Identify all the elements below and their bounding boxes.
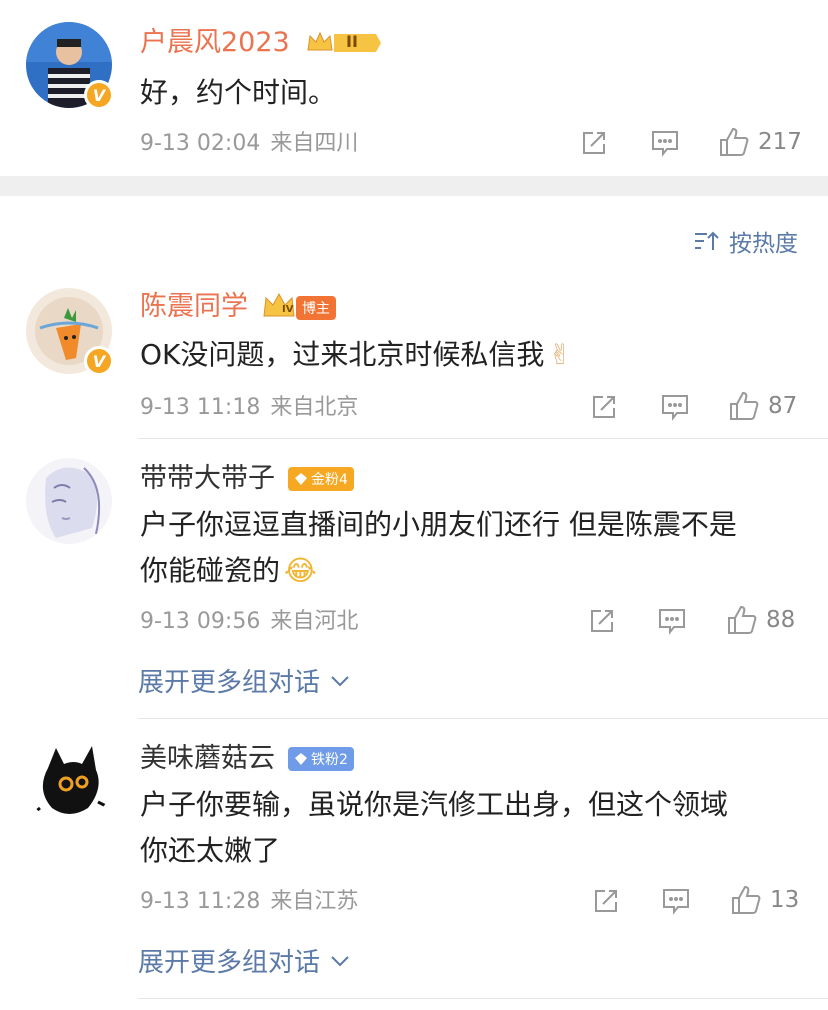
victory-hand-emoji-icon: ✌ — [548, 338, 572, 371]
avatar[interactable] — [26, 738, 112, 824]
comment-meta: 9-13 11:28 来自江苏 — [140, 888, 358, 916]
expand-conversation-link[interactable]: 展开更多组对话 — [138, 942, 350, 979]
commenter-name[interactable]: 带带大带子 — [140, 462, 275, 496]
comment-icon — [659, 609, 685, 635]
level-badge-text: II — [346, 32, 358, 51]
thumbs-up-icon — [732, 885, 761, 914]
comment-text: 好，约个时间。 — [140, 76, 337, 109]
chevron-down-icon — [331, 675, 349, 686]
like-count: 87 — [768, 393, 798, 419]
comment-text-body: OK没问题，过来北京时候私信我 — [140, 338, 545, 371]
avatar-image — [26, 738, 112, 824]
diamond-icon — [295, 473, 307, 485]
expand-label: 展开更多组对话 — [138, 668, 321, 698]
comment-divider — [138, 438, 828, 439]
badge-text: 铁粉2 — [311, 752, 348, 768]
avatar[interactable] — [26, 458, 112, 544]
expand-label: 展开更多组对话 — [138, 948, 321, 978]
verified-badge-icon: V — [84, 80, 114, 110]
comment-divider — [138, 718, 828, 719]
comment-text-line: 你能碰瓷的 😂 — [140, 548, 810, 594]
thumbs-up-icon — [720, 127, 749, 156]
like-count: 13 — [770, 887, 800, 913]
share-icon — [591, 610, 613, 632]
like-button[interactable]: 217 — [718, 126, 802, 158]
like-button[interactable]: 87 — [728, 390, 797, 422]
thumbs-up-icon — [730, 391, 759, 420]
share-button[interactable] — [590, 393, 618, 421]
comment-text-line: 户子你要输，虽说你是汽修工出身，但这个领域 — [140, 788, 729, 821]
comment-meta: 9-13 09:56 来自河北 — [140, 608, 358, 636]
comment-text: 户子你逗逗直播间的小朋友们还行 但是陈震不是 你能碰瓷的 😂 — [140, 502, 810, 594]
sort-by-hot-button[interactable]: 按热度 — [693, 224, 798, 258]
comment-button[interactable] — [660, 393, 690, 421]
share-button[interactable] — [580, 129, 608, 157]
commenter-name[interactable]: 美味蘑菇云 — [140, 742, 275, 776]
comment-text-body: 你能碰瓷的 — [140, 554, 281, 587]
section-divider — [0, 176, 828, 196]
fan-level-badge: 铁粉2 — [288, 747, 354, 771]
share-button[interactable] — [588, 607, 616, 635]
comment-divider — [138, 998, 828, 999]
comment-text-line: 户子你逗逗直播间的小朋友们还行 但是陈震不是 — [140, 508, 737, 541]
share-icon — [595, 890, 617, 912]
sort-label: 按热度 — [729, 231, 798, 257]
comment-location: 来自江苏 — [270, 889, 359, 914]
like-button[interactable]: 13 — [730, 884, 799, 916]
comment-time: 9-13 02:04 — [140, 131, 261, 156]
comment-button[interactable] — [657, 607, 687, 635]
avatar-image — [26, 458, 112, 544]
badge-text: 博主 — [302, 301, 330, 317]
fan-level-badge: 金粉4 — [288, 467, 354, 491]
share-icon — [593, 396, 615, 418]
blogger-badge: 博主 — [296, 296, 336, 320]
like-count: 217 — [758, 129, 802, 155]
verified-badge-icon: V — [84, 346, 114, 376]
share-button[interactable] — [592, 887, 620, 915]
comment-location: 来自河北 — [270, 609, 359, 634]
comment-time: 9-13 11:18 — [140, 395, 261, 420]
comment-text: 户子你要输，虽说你是汽修工出身，但这个领域 你还太嫩了 — [140, 782, 810, 874]
comment-icon — [662, 395, 688, 421]
top-comment-section — [0, 0, 828, 176]
like-button[interactable]: 88 — [726, 604, 795, 636]
comment-location: 来自北京 — [270, 395, 359, 420]
comment-icon — [652, 131, 678, 157]
comment-button[interactable] — [661, 887, 691, 915]
diamond-icon — [295, 753, 307, 765]
comment-meta: 9-13 11:18 来自北京 — [140, 394, 358, 422]
chevron-down-icon — [331, 955, 349, 966]
like-count: 88 — [766, 607, 796, 633]
share-icon — [583, 132, 605, 154]
commenter-name[interactable]: 户晨风2023 — [140, 26, 290, 60]
badge-text: 金粉4 — [311, 472, 348, 488]
crown-level-icon: II — [306, 30, 382, 60]
comment-time: 9-13 09:56 — [140, 609, 261, 634]
crown-level-text: IV — [282, 304, 294, 315]
expand-conversation-link[interactable]: 展开更多组对话 — [138, 662, 350, 699]
laughing-tears-emoji-icon: 😂 — [284, 554, 317, 587]
avatar[interactable]: V — [26, 22, 114, 110]
crown-level-icon: IV — [262, 292, 296, 324]
avatar[interactable]: V — [26, 288, 114, 376]
thumbs-up-icon — [728, 605, 757, 634]
comment-icon — [663, 889, 689, 915]
comment-meta: 9-13 02:04 来自四川 — [140, 130, 358, 158]
comment-text: OK没问题，过来北京时候私信我 ✌ — [140, 332, 572, 378]
commenter-name[interactable]: 陈震同学 — [140, 290, 248, 324]
comment-time: 9-13 11:28 — [140, 889, 261, 914]
sort-icon — [695, 231, 719, 250]
comment-button[interactable] — [650, 129, 680, 157]
comment-location: 来自四川 — [270, 131, 359, 156]
comment-text-line: 你还太嫩了 — [140, 834, 281, 867]
